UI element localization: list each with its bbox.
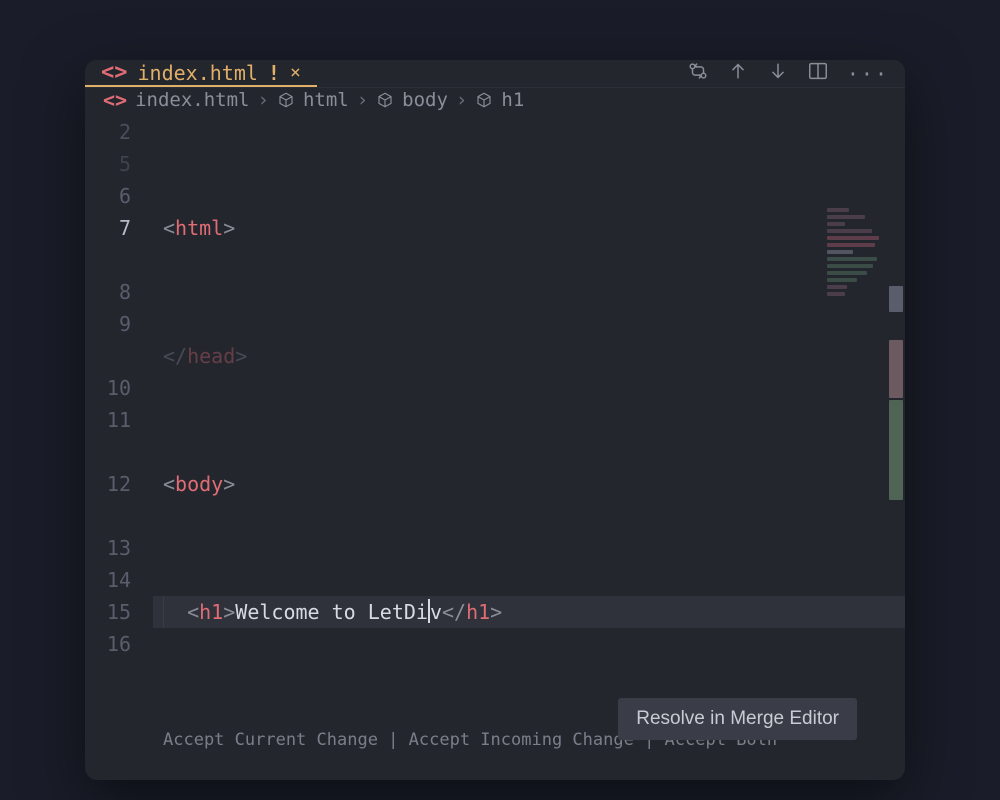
line-number-blank xyxy=(85,340,131,372)
breadcrumb[interactable]: <> index.html › html › body › h1 xyxy=(85,87,905,112)
line-number-blank xyxy=(85,500,131,532)
split-editor-icon[interactable] xyxy=(807,60,829,87)
next-change-icon[interactable] xyxy=(767,60,789,87)
line-number-blank xyxy=(85,244,131,276)
more-actions-icon[interactable]: ··· xyxy=(847,62,889,86)
tab-index-html[interactable]: <> index.html ! × xyxy=(85,60,317,87)
line-number: 10 xyxy=(85,372,131,404)
overview-ruler[interactable] xyxy=(889,210,903,780)
tab-modified-indicator: ! xyxy=(268,61,280,85)
line-number: 2 xyxy=(85,116,131,148)
tab-actions: ··· xyxy=(687,60,889,87)
accept-incoming-link[interactable]: Accept Incoming Change xyxy=(409,730,634,750)
line-number: 5 xyxy=(85,148,131,180)
code-line[interactable]: </head> xyxy=(153,340,905,372)
breadcrumb-body[interactable]: body xyxy=(402,89,448,111)
line-number: 16 xyxy=(85,628,131,660)
breadcrumb-h1[interactable]: h1 xyxy=(501,89,524,111)
editor-window: <> index.html ! × ··· <> index.html › xyxy=(85,60,905,780)
resolve-merge-button[interactable]: Resolve in Merge Editor xyxy=(618,698,857,740)
line-number-blank xyxy=(85,436,131,468)
line-number: 14 xyxy=(85,564,131,596)
symbol-icon xyxy=(475,91,493,109)
line-number: 12 xyxy=(85,468,131,500)
accept-current-link[interactable]: Accept Current Change xyxy=(163,730,378,750)
tab-filename: index.html xyxy=(138,61,258,85)
close-icon[interactable]: × xyxy=(290,62,301,83)
line-gutter: 2 5 6 7 8 9 10 11 12 13 14 15 16 xyxy=(85,112,153,780)
code-line-active[interactable]: <h1>Welcome to LetDiv</h1> xyxy=(153,596,905,628)
line-number: 6 xyxy=(85,180,131,212)
html-file-icon: <> xyxy=(101,60,128,85)
line-number: 8 xyxy=(85,276,131,308)
compare-changes-icon[interactable] xyxy=(687,60,709,87)
tab-bar: <> index.html ! × ··· xyxy=(85,60,905,87)
line-number: 13 xyxy=(85,532,131,564)
code-content[interactable]: <html> </head> <body> <h1>Welcome to Let… xyxy=(153,112,905,780)
minimap[interactable] xyxy=(827,208,887,338)
code-line[interactable]: <body> xyxy=(153,468,905,500)
editor-area[interactable]: 2 5 6 7 8 9 10 11 12 13 14 15 16 <html> … xyxy=(85,112,905,780)
breadcrumb-file[interactable]: index.html xyxy=(135,89,249,111)
line-number: 7 xyxy=(85,212,131,244)
code-line[interactable]: <html> xyxy=(153,212,905,244)
breadcrumb-separator: › xyxy=(357,89,368,111)
line-number: 11 xyxy=(85,404,131,436)
symbol-icon xyxy=(277,91,295,109)
breadcrumb-separator: › xyxy=(257,89,268,111)
previous-change-icon[interactable] xyxy=(727,60,749,87)
html-file-icon: <> xyxy=(103,88,127,112)
line-number: 9 xyxy=(85,308,131,340)
breadcrumb-html[interactable]: html xyxy=(303,89,349,111)
line-number: 15 xyxy=(85,596,131,628)
breadcrumb-separator: › xyxy=(456,89,467,111)
symbol-icon xyxy=(376,91,394,109)
